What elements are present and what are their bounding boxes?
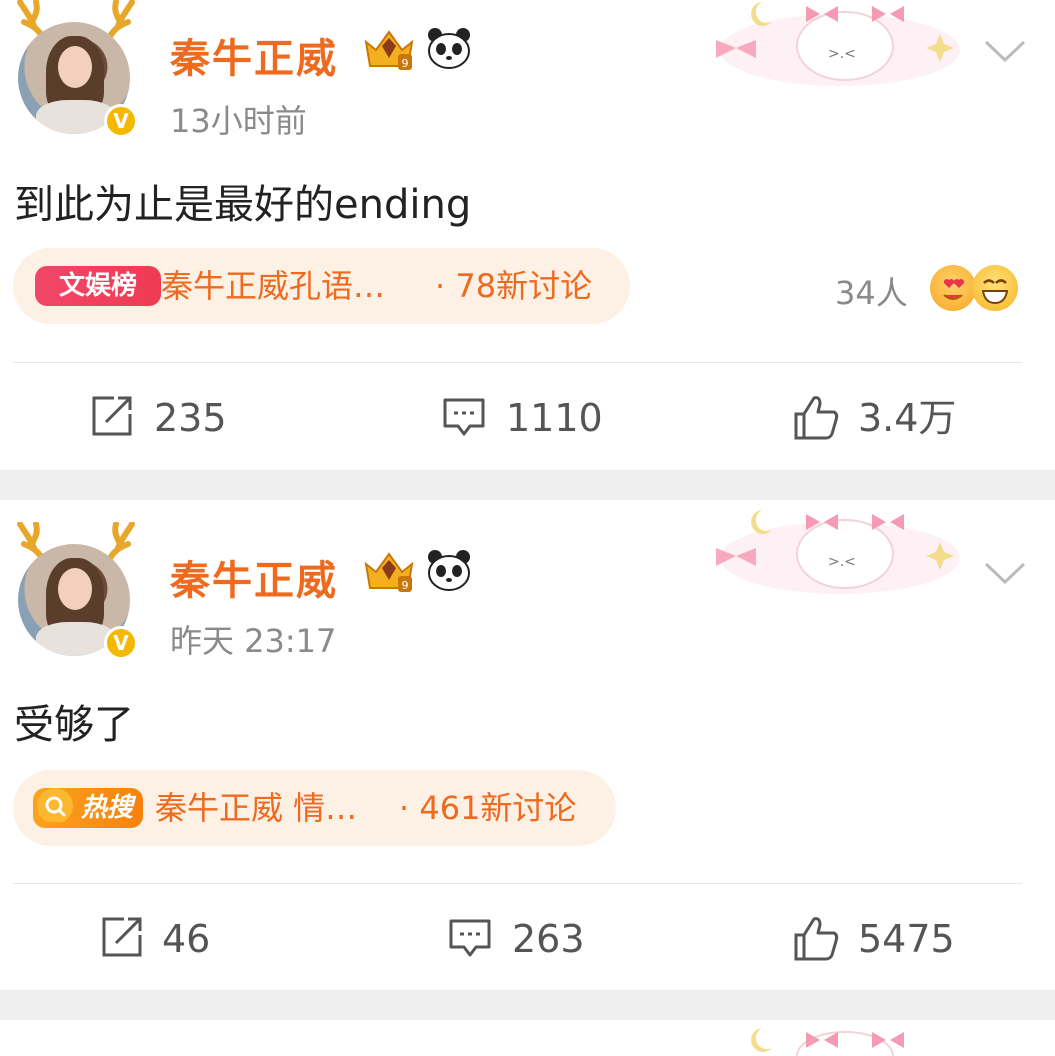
hot-search-badge: 热搜 xyxy=(33,788,143,828)
topic-label: 秦牛正威孔语… xyxy=(161,267,386,305)
comment-icon xyxy=(443,398,485,436)
like-icon xyxy=(794,396,839,440)
avatar[interactable]: V xyxy=(10,522,140,662)
topic-tag[interactable]: 热搜 秦牛正威 情… · 461新讨论 xyxy=(13,770,616,846)
post-time: 昨天 23:17 xyxy=(170,622,337,660)
like-count: 3.4万 xyxy=(858,396,957,440)
decoration-sticker: >.< xyxy=(716,2,960,86)
reaction-count[interactable]: 34人 xyxy=(835,268,908,314)
feed-separator xyxy=(0,990,1055,1020)
post-card-2[interactable]: V 秦牛正威 9 昨天 23:17 >.< 受够了 热搜 秦牛正威 情… · 4… xyxy=(0,500,1055,990)
vip-crown-icon: 9 xyxy=(364,30,414,70)
verified-badge-icon: V xyxy=(104,104,138,138)
comment-count: 1110 xyxy=(506,396,603,440)
discussion-count: · 78新讨论 xyxy=(435,267,593,305)
repost-count: 46 xyxy=(162,917,211,961)
repost-icon xyxy=(92,396,132,436)
rank-badge: 文娱榜 xyxy=(35,266,161,306)
post-time: 13小时前 xyxy=(170,102,307,140)
topic-tag[interactable]: 文娱榜 秦牛正威孔语… · 78新讨论 xyxy=(13,248,630,324)
decoration-sticker xyxy=(751,1028,904,1056)
vip-crown-icon: 9 xyxy=(364,552,414,592)
svg-text:9: 9 xyxy=(402,579,409,592)
svg-text:9: 9 xyxy=(402,57,409,70)
svg-text:>.<: >.< xyxy=(828,554,856,570)
laughing-emoji-icon xyxy=(972,265,1018,311)
like-count: 5475 xyxy=(858,917,955,961)
author-name[interactable]: 秦牛正威 xyxy=(170,548,338,606)
panda-icon xyxy=(428,28,470,69)
avatar[interactable]: V xyxy=(10,0,140,140)
repost-icon xyxy=(102,917,142,957)
topic-label: 秦牛正威 情… xyxy=(155,789,358,827)
comment-icon xyxy=(449,919,491,957)
chevron-down-icon[interactable] xyxy=(982,558,1028,588)
divider xyxy=(13,883,1022,884)
comment-count: 263 xyxy=(512,917,585,961)
chevron-down-icon[interactable] xyxy=(982,36,1028,66)
like-icon xyxy=(794,917,839,961)
svg-text:>.<: >.< xyxy=(828,46,856,62)
author-name[interactable]: 秦牛正威 xyxy=(170,26,338,84)
heart-eyes-emoji-icon xyxy=(930,265,976,311)
decoration-sticker: >.< xyxy=(716,510,960,594)
feed-separator xyxy=(0,470,1055,500)
post-text: 受够了 xyxy=(14,702,134,748)
discussion-count: · 461新讨论 xyxy=(399,789,577,827)
post-card-1[interactable]: V 秦牛正威 9 13小时前 >.< 到此为止是最好的ending 文娱榜 秦牛… xyxy=(0,0,1055,470)
post-text: 到此为止是最好的ending xyxy=(14,182,472,228)
divider xyxy=(13,362,1022,363)
search-icon xyxy=(37,788,73,822)
hot-search-label: 热搜 xyxy=(81,793,134,823)
verified-badge-icon: V xyxy=(104,626,138,660)
post-card-3[interactable] xyxy=(0,1020,1055,1056)
panda-icon xyxy=(428,550,470,591)
repost-count: 235 xyxy=(154,396,227,440)
